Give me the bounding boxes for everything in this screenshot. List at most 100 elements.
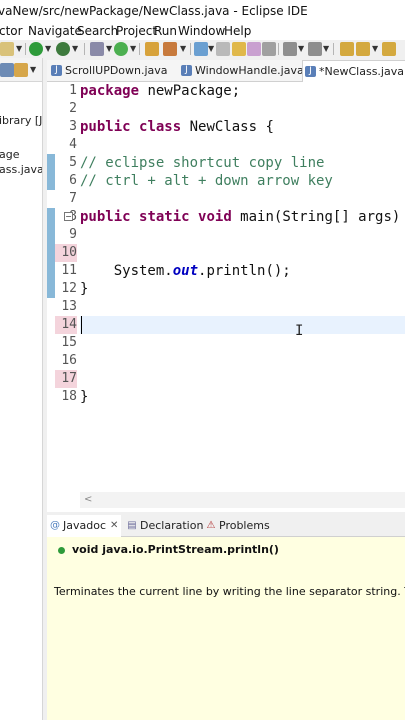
horizontal-scrollbar[interactable]: < bbox=[80, 492, 405, 508]
search-icon[interactable] bbox=[163, 42, 177, 56]
code-text: main(String[] args) { bbox=[231, 209, 405, 225]
new-class-icon[interactable] bbox=[114, 42, 128, 56]
declaration-icon: ▤ bbox=[127, 520, 137, 531]
open-type-icon[interactable] bbox=[145, 42, 159, 56]
tab-label: ScrollUPDown.java bbox=[65, 64, 168, 77]
scroll-left-icon[interactable]: < bbox=[84, 492, 92, 508]
field-reference: out bbox=[172, 263, 199, 279]
chevron-down-icon[interactable]: ▼ bbox=[298, 42, 304, 56]
chevron-down-icon[interactable]: ▼ bbox=[130, 42, 136, 56]
chevron-down-icon[interactable]: ▼ bbox=[208, 42, 214, 56]
annotation-icon[interactable] bbox=[194, 42, 208, 56]
toolbar-separator bbox=[333, 43, 334, 55]
tab-label: Problems bbox=[219, 519, 270, 532]
new-project-icon[interactable] bbox=[90, 42, 104, 56]
chevron-down-icon[interactable]: ▼ bbox=[45, 42, 51, 56]
close-icon[interactable]: ✕ bbox=[110, 515, 118, 537]
tab-scrollupdown[interactable]: J ScrollUPDown.java bbox=[49, 60, 168, 82]
menu-help[interactable]: Help bbox=[224, 22, 251, 40]
tree-item-package[interactable]: age bbox=[0, 148, 20, 161]
tree-item-class-file[interactable]: ass.java bbox=[0, 163, 42, 176]
change-marker bbox=[47, 208, 55, 298]
chevron-down-icon[interactable]: ▼ bbox=[16, 42, 22, 56]
tab-label: WindowHandle.java bbox=[195, 64, 304, 77]
debug-icon[interactable] bbox=[56, 42, 70, 56]
menu-project[interactable]: Project bbox=[116, 22, 157, 40]
code-line-18: } bbox=[80, 389, 89, 405]
line-number: 1 bbox=[69, 83, 77, 98]
mouse-ibeam-icon: I bbox=[295, 323, 304, 339]
line-number: 14 bbox=[55, 316, 77, 334]
line-number: 9 bbox=[69, 227, 77, 242]
java-file-icon: J bbox=[305, 66, 316, 77]
link-editor-icon[interactable] bbox=[14, 63, 28, 77]
tab-newclass[interactable]: J *NewClass.java bbox=[302, 60, 405, 82]
tab-problems[interactable]: ⚠ Problems bbox=[203, 515, 270, 537]
keyword: public bbox=[80, 209, 131, 225]
last-edit-icon[interactable] bbox=[382, 42, 396, 56]
block-selection-icon[interactable] bbox=[232, 42, 246, 56]
collapse-all-icon[interactable] bbox=[0, 63, 14, 77]
code-line-12: } bbox=[80, 281, 89, 297]
tab-windowhandle[interactable]: J WindowHandle.java bbox=[179, 60, 304, 82]
title-bar: vaNew/src/newPackage/NewClass.java - Ecl… bbox=[0, 0, 405, 22]
problems-icon: ⚠ bbox=[206, 520, 216, 531]
current-line-highlight bbox=[80, 316, 405, 334]
toolbar-separator bbox=[25, 43, 26, 55]
menu-window[interactable]: Window bbox=[178, 22, 225, 40]
prev-annotation-icon[interactable] bbox=[308, 42, 322, 56]
toolbar-separator bbox=[139, 43, 140, 55]
tab-javadoc[interactable]: @ Javadoc ✕ bbox=[47, 515, 121, 537]
whitespace-icon[interactable] bbox=[262, 42, 276, 56]
word-wrap-icon[interactable] bbox=[247, 42, 261, 56]
chevron-down-icon[interactable]: ▼ bbox=[323, 42, 329, 56]
menu-run[interactable]: Run bbox=[154, 22, 177, 40]
keyword: class bbox=[139, 119, 182, 135]
tab-declaration[interactable]: ▤ Declaration bbox=[124, 515, 204, 537]
forward-icon[interactable] bbox=[356, 42, 370, 56]
chevron-down-icon[interactable]: ▼ bbox=[372, 42, 378, 56]
code-line-11: System.out.println(); bbox=[80, 262, 291, 280]
line-number: 13 bbox=[61, 299, 77, 314]
line-number: 4 bbox=[69, 137, 77, 152]
chevron-down-icon[interactable]: ▼ bbox=[72, 42, 78, 56]
code-line-3: public class NewClass { bbox=[80, 118, 274, 136]
at-icon: @ bbox=[50, 520, 60, 531]
code-editor[interactable]: 1 2 3 4 5 6 7 8 9 10 11 12 13 14 15 16 1… bbox=[47, 82, 405, 512]
chevron-down-icon[interactable]: ▼ bbox=[106, 42, 112, 56]
fold-toggle-icon[interactable]: − bbox=[64, 212, 73, 221]
next-annotation-icon[interactable] bbox=[283, 42, 297, 56]
code-line-1: package newPackage; bbox=[80, 82, 240, 100]
toolbar-separator bbox=[84, 43, 85, 55]
tree-item-library[interactable]: ibrary [Ja bbox=[0, 114, 42, 127]
chevron-down-icon[interactable]: ▼ bbox=[30, 63, 36, 77]
code-text: .println(); bbox=[198, 263, 291, 279]
line-number: 17 bbox=[55, 370, 77, 388]
settings-icon[interactable] bbox=[0, 42, 14, 56]
line-number: 10 bbox=[55, 244, 77, 262]
run-icon[interactable] bbox=[29, 42, 43, 56]
back-icon[interactable] bbox=[340, 42, 354, 56]
line-number: 15 bbox=[61, 335, 77, 350]
method-signature: void java.io.PrintStream.println() bbox=[72, 543, 279, 556]
line-number: 11 bbox=[61, 263, 77, 278]
tab-label: Declaration bbox=[140, 519, 204, 532]
javadoc-view: void java.io.PrintStream.println() Termi… bbox=[47, 537, 405, 720]
line-number-gutter: 1 2 3 4 5 6 7 8 9 10 11 12 13 14 15 16 1… bbox=[47, 82, 80, 512]
change-marker bbox=[47, 154, 55, 190]
code-line-6: // ctrl + alt + down arrow key bbox=[80, 173, 333, 189]
line-number: 12 bbox=[61, 281, 77, 296]
code-line-8: public static void main(String[] args) { bbox=[80, 208, 405, 226]
menu-navigate[interactable]: Navigate bbox=[28, 22, 82, 40]
chevron-down-icon[interactable]: ▼ bbox=[180, 42, 186, 56]
toolbar-separator bbox=[190, 43, 191, 55]
eclipse-window: vaNew/src/newPackage/NewClass.java - Ecl… bbox=[0, 0, 405, 720]
method-description: Terminates the current line by writing t… bbox=[54, 585, 405, 598]
code-text: newPackage; bbox=[139, 83, 241, 99]
java-file-icon: J bbox=[51, 65, 62, 76]
menu-refactor[interactable]: ctor bbox=[0, 22, 23, 40]
java-file-icon: J bbox=[181, 65, 192, 76]
toggle-mark-icon[interactable] bbox=[216, 42, 230, 56]
tab-label: *NewClass.java bbox=[319, 65, 404, 78]
menu-search[interactable]: Search bbox=[77, 22, 118, 40]
